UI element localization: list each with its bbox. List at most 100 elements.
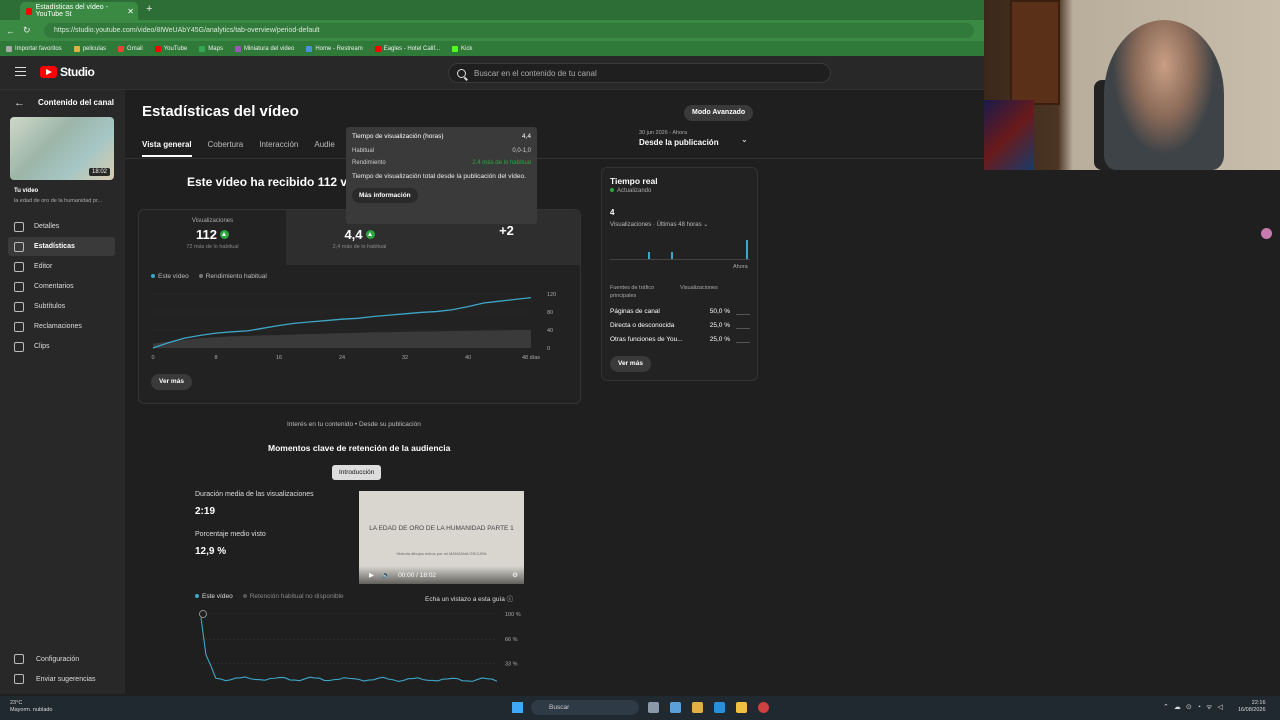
sidebar-item-subtitles[interactable]: Subtítulos — [8, 297, 115, 316]
youtube-favicon-icon — [26, 7, 32, 15]
main-content: Estadísticas del vídeo Modo Avanzado Vis… — [125, 90, 1105, 694]
hamburger-menu-icon[interactable] — [15, 67, 26, 76]
gear-icon — [14, 654, 24, 664]
y-tick-label: 66 % — [505, 637, 518, 643]
date-range-label: Desde la publicación — [639, 138, 719, 147]
sidebar-item-editor[interactable]: Editor — [8, 257, 115, 276]
sidebar-item-clips[interactable]: Clips — [8, 337, 115, 356]
bookmark-item[interactable]: Miniatura del video — [234, 45, 294, 52]
tab-title: Estadísticas del vídeo - YouTube St — [35, 4, 108, 18]
sidebar-item-analytics[interactable]: Estadísticas — [8, 237, 115, 256]
player-time: 00:00 / 18:02 — [398, 571, 437, 579]
realtime-range-dropdown[interactable]: Visualizaciones · Últimas 48 horas ⌄ — [610, 221, 708, 228]
copyright-icon — [14, 321, 24, 332]
y-tick-label: 120 — [547, 292, 556, 298]
date-range-picker[interactable]: 30 jun 2026 - Ahora Desde la publicación… — [639, 130, 748, 147]
search-placeholder: Buscar en el contenido de tu canal — [474, 68, 597, 78]
more-info-button[interactable]: Más información — [352, 188, 418, 203]
bookmark-item[interactable]: Eagles - Hotel Calif... — [374, 45, 440, 52]
file-explorer-icon[interactable] — [736, 702, 747, 713]
video-player[interactable]: LA EDAD DE ORO DE LA HUMANIDAD PARTE 1 H… — [359, 491, 524, 584]
webcam-person — [1104, 20, 1224, 170]
tab-reach[interactable]: Cobertura — [208, 140, 244, 157]
taskbar-search[interactable]: Buscar — [531, 700, 639, 715]
realtime-bar — [746, 240, 748, 259]
sidebar: ← Contenido del canal 18:02 Tu vídeo la … — [0, 90, 125, 694]
feedback-icon — [14, 674, 24, 684]
tab-audience[interactable]: Audie — [314, 140, 334, 157]
settings-link[interactable]: Configuración — [14, 654, 79, 664]
webcam-poster — [984, 100, 1034, 170]
bookmark-item[interactable]: YouTube — [154, 45, 187, 52]
gear-icon[interactable]: ⚙ — [512, 571, 518, 579]
studio-logo[interactable]: Studio — [40, 65, 95, 79]
overview-headline: Este vídeo ha recibido 112 vis — [187, 175, 358, 189]
bookmark-item[interactable]: Home - Restream — [306, 45, 363, 52]
feedback-link[interactable]: Enviar sugerencias — [14, 674, 96, 684]
bookmark-item[interactable]: Maps — [199, 45, 223, 52]
close-tab-icon[interactable]: ✕ — [127, 7, 134, 16]
comment-icon — [14, 281, 24, 292]
x-tick-label: 0 — [151, 355, 154, 361]
traffic-row: Páginas de canal 50,0 % — [610, 308, 750, 315]
thumbnail-duration: 18:02 — [88, 168, 110, 176]
system-tray[interactable]: ⌃☁⊙◔ᯤ◁ — [1163, 703, 1228, 712]
copilot-icon[interactable] — [692, 702, 703, 713]
trend-up-icon — [219, 230, 229, 239]
x-tick-label: 40 — [465, 355, 471, 361]
video-thumbnail[interactable]: 18:02 — [10, 117, 114, 180]
browser-tab[interactable]: Estadísticas del vídeo - YouTube St ✕ — [20, 2, 138, 20]
weather-widget[interactable]: 23°C Mayorm. nublado — [10, 700, 53, 714]
reload-icon[interactable]: ↻ — [23, 25, 31, 36]
assistant-orb-icon[interactable] — [1261, 228, 1272, 239]
tab-engagement[interactable]: Interacción — [259, 140, 298, 157]
page-title: Estadísticas del vídeo — [142, 103, 299, 120]
see-more-button[interactable]: Ver más — [151, 374, 192, 390]
realtime-bar — [671, 252, 673, 259]
player-controls: ▶ 🔈 00:00 / 18:02 ⚙ — [359, 566, 524, 584]
edge-icon[interactable] — [714, 702, 725, 713]
webcam-door — [1010, 0, 1060, 105]
intro-chip[interactable]: Introducción — [332, 465, 382, 480]
realtime-see-more-button[interactable]: Ver más — [610, 356, 651, 372]
play-icon[interactable]: ▶ — [369, 571, 374, 579]
retention-title: Momentos clave de retención de la audien… — [268, 443, 451, 453]
bookmark-item[interactable]: Kick — [452, 45, 472, 52]
analytics-tabs: Vista general Cobertura Interacción Audi… — [142, 140, 335, 157]
sidebar-item-details[interactable]: Detalles — [8, 217, 115, 236]
chrome-icon[interactable] — [758, 702, 769, 713]
youtube-logo-icon — [40, 66, 57, 78]
guide-link[interactable]: Echa un vistazo a esta guía ⓘ — [425, 593, 513, 603]
x-tick-label: 16 — [276, 355, 282, 361]
metric-views[interactable]: Visualizaciones 112 72 más de lo habitua… — [139, 210, 286, 265]
back-arrow-icon[interactable]: ← — [14, 97, 25, 109]
realtime-status: Actualizando — [610, 188, 651, 194]
bookmark-item[interactable]: Gmail — [118, 45, 143, 52]
bookmark-item[interactable]: peliculas — [73, 45, 106, 52]
sidebar-item-claims[interactable]: Reclamaciones — [8, 317, 115, 336]
widgets-icon[interactable] — [670, 702, 681, 713]
pencil-icon — [14, 221, 24, 232]
search-input[interactable]: Buscar en el contenido de tu canal — [448, 63, 831, 83]
bookmark-item[interactable]: Importar favoritos — [6, 45, 62, 52]
volume-icon[interactable]: 🔈 — [382, 571, 390, 579]
views-chart: 0 8 16 24 32 40 48 días 120 80 40 0 — [151, 292, 556, 361]
watch-time-tooltip: Tiempo de visualización (horas) 4,4 Habit… — [346, 127, 537, 224]
legend-this-video: Este vídeo — [151, 273, 189, 280]
tab-overview[interactable]: Vista general — [142, 140, 192, 157]
back-arrow-icon[interactable]: ← — [6, 26, 15, 36]
advanced-mode-button[interactable]: Modo Avanzado — [684, 105, 754, 121]
new-tab-icon[interactable]: + — [146, 3, 152, 15]
avg-percent-value: 12,9 % — [195, 546, 227, 557]
sidebar-item-comments[interactable]: Comentarios — [8, 277, 115, 296]
task-view-icon[interactable] — [648, 702, 659, 713]
taskbar-clock[interactable]: 22:16 16/08/2026 — [1238, 700, 1266, 714]
windows-start-icon[interactable] — [512, 702, 523, 713]
chevron-down-icon: ⌄ — [741, 135, 748, 144]
y-tick-label: 33 % — [505, 662, 518, 668]
video-title: la edad de oro de la humanidad pr... — [14, 198, 103, 204]
realtime-count: 4 — [610, 208, 615, 217]
interest-label: Interés en tu contenido • Desde su publi… — [287, 421, 421, 428]
legend-typical: Rendimiento habitual — [198, 273, 267, 280]
url-field[interactable]: https://studio.youtube.com/video/8IWeUAb… — [44, 23, 974, 38]
